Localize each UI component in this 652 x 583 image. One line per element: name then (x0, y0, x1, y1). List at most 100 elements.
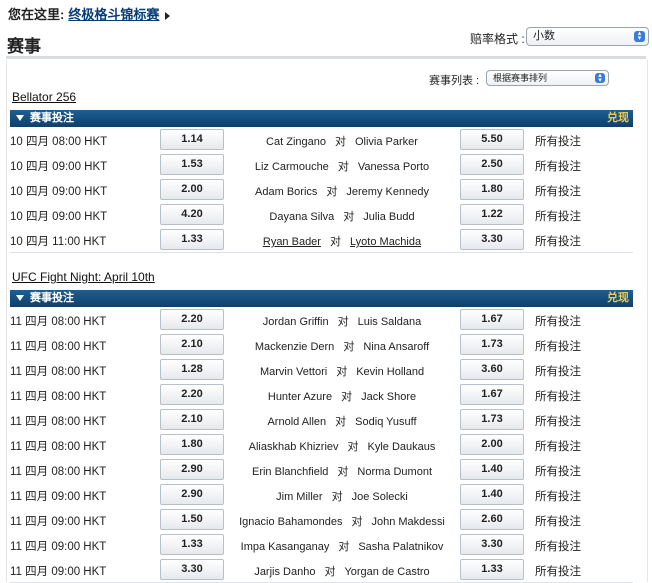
odds-button-home[interactable]: 4.20 (160, 204, 224, 225)
match-time: 11 四月 08:00 HKT (10, 416, 107, 428)
match-name: Erin Blanchfield 对 Norma Dumont (228, 463, 456, 479)
fighter-2: Kevin Holland (356, 366, 425, 378)
select-caret-icon: ▴ ▾ (634, 30, 645, 42)
odds-button-home[interactable]: 3.30 (160, 559, 224, 580)
fighter-2: Kyle Daukaus (367, 441, 436, 453)
fighter-2: Norma Dumont (357, 466, 432, 478)
odds-button-home[interactable]: 2.20 (160, 309, 224, 330)
match-time: 11 四月 09:00 HKT (10, 541, 107, 553)
odds-button-away[interactable]: 1.22 (460, 204, 524, 225)
event-list-label: 赛事列表 : (429, 75, 480, 87)
odds-button-home[interactable]: 2.00 (160, 179, 224, 200)
odds-format-label: 赔率格式 : (470, 32, 525, 46)
odds-button-home[interactable]: 1.28 (160, 359, 224, 380)
all-bets-link[interactable]: 所有投注 (535, 438, 581, 454)
fighter-1: Adam Borics (255, 186, 318, 198)
table-row: 11 四月 08:00 HKT 2.90 Erin Blanchfield 对 Norm… (10, 457, 633, 483)
odds-button-away[interactable]: 3.60 (460, 359, 524, 380)
fighter-2: Julia Budd (363, 211, 415, 223)
odds-button-home[interactable]: 1.33 (160, 229, 224, 250)
odds-button-home[interactable]: 1.14 (160, 129, 224, 150)
odds-button-away[interactable]: 1.80 (460, 179, 524, 200)
fighter-2: Olivia Parker (354, 136, 418, 148)
breadcrumb-prefix: 您在这里: (8, 7, 65, 22)
match-name: Jim Miller 对 Joe Solecki (228, 488, 456, 504)
fighter-1: Jordan Griffin (262, 316, 329, 328)
all-bets-link[interactable]: 所有投注 (535, 413, 581, 429)
all-bets-link[interactable]: 所有投注 (535, 388, 581, 404)
odds-button-away[interactable]: 1.67 (460, 309, 524, 330)
odds-button-away[interactable]: 2.00 (460, 434, 524, 455)
match-name: Jordan Griffin 对 Luis Saldana (228, 313, 456, 329)
table-row: 10 四月 11:00 HKT 1.33 Ryan Bader 对 Lyoto Mach… (10, 227, 633, 253)
all-bets-link[interactable]: 所有投注 (535, 463, 581, 479)
odds-button-away[interactable]: 1.73 (460, 409, 524, 430)
odds-button-home[interactable]: 1.80 (160, 434, 224, 455)
odds-button-away[interactable]: 1.67 (460, 384, 524, 405)
vs-label: 对 (331, 491, 343, 503)
odds-format-select[interactable]: 小数 ▴ ▾ (526, 27, 649, 46)
all-bets-link[interactable]: 所有投注 (535, 183, 581, 199)
table-row: 11 四月 09:00 HKT 3.30 Jarjis Danho 对 Yorgan d… (10, 557, 633, 583)
fighter-1: Erin Blanchfield (251, 466, 329, 478)
all-bets-link[interactable]: 所有投注 (535, 363, 581, 379)
cash-out-link[interactable]: 兑现 (607, 290, 629, 307)
match-time: 11 四月 08:00 HKT (10, 466, 107, 478)
odds-button-home[interactable]: 1.53 (160, 154, 224, 175)
odds-button-away[interactable]: 1.33 (460, 559, 524, 580)
odds-button-home[interactable]: 2.20 (160, 384, 224, 405)
odds-button-home[interactable]: 2.90 (160, 484, 224, 505)
match-time: 11 四月 08:00 HKT (10, 441, 107, 453)
odds-button-away[interactable]: 5.50 (460, 129, 524, 150)
all-bets-link[interactable]: 所有投注 (535, 208, 581, 224)
odds-button-away[interactable]: 3.30 (460, 229, 524, 250)
page-title: 赛事 (7, 37, 41, 56)
table-row: 11 四月 08:00 HKT 1.28 Marvin Vettori 对 Kevin … (10, 357, 633, 383)
table-row: 10 四月 09:00 HKT 2.00 Adam Borics 对 Jeremy Ke… (10, 177, 633, 203)
event-name[interactable]: UFC Fight Night: April 10th (12, 270, 155, 284)
table-row: 11 四月 08:00 HKT 2.20 Hunter Azure 对 Jack Sho… (10, 382, 633, 408)
cash-out-link[interactable]: 兑现 (607, 110, 629, 127)
odds-button-home[interactable]: 2.10 (160, 409, 224, 430)
odds-button-away[interactable]: 1.40 (460, 459, 524, 480)
fighter-1: Ignacio Bahamondes (239, 516, 343, 528)
collapse-triangle-icon[interactable] (16, 115, 24, 122)
odds-button-away[interactable]: 1.73 (460, 334, 524, 355)
all-bets-link[interactable]: 所有投注 (535, 233, 581, 249)
all-bets-link[interactable]: 所有投注 (535, 488, 581, 504)
fighter-1: Ryan Bader (262, 236, 321, 248)
all-bets-link[interactable]: 所有投注 (535, 338, 581, 354)
odds-button-away[interactable]: 2.50 (460, 154, 524, 175)
all-bets-link[interactable]: 所有投注 (535, 563, 581, 579)
event-list-select[interactable]: 根据赛事排列 ▴ ▾ (486, 70, 609, 86)
all-bets-link[interactable]: 所有投注 (535, 513, 581, 529)
odds-button-home[interactable]: 2.90 (160, 459, 224, 480)
match-name: Ryan Bader 对 Lyoto Machida (228, 233, 456, 249)
match-name: Marvin Vettori 对 Kevin Holland (228, 363, 456, 379)
collapse-triangle-icon[interactable] (16, 295, 24, 302)
fighter-1: Liz Carmouche (254, 161, 329, 173)
odds-button-away[interactable]: 1.40 (460, 484, 524, 505)
all-bets-link[interactable]: 所有投注 (535, 133, 581, 149)
vs-label: 对 (343, 211, 355, 223)
vs-label: 对 (343, 341, 355, 353)
all-bets-link[interactable]: 所有投注 (535, 313, 581, 329)
odds-button-away[interactable]: 3.30 (460, 534, 524, 555)
fighter-2: Sasha Palatnikov (358, 541, 444, 553)
table-row: 10 四月 08:00 HKT 1.14 Cat Zingano 对 Olivia Pa… (10, 127, 633, 153)
vs-label: 对 (335, 416, 347, 428)
all-bets-link[interactable]: 所有投注 (535, 158, 581, 174)
match-name: Ignacio Bahamondes 对 John Makdessi (228, 513, 456, 529)
breadcrumb-link[interactable]: 终极格斗锦标赛 (68, 7, 159, 22)
table-row: 11 四月 08:00 HKT 1.80 Aliaskhab Khizriev 对 Ky… (10, 432, 633, 458)
section-header-bar[interactable]: 赛事投注 兑现 (10, 290, 633, 307)
all-bets-link[interactable]: 所有投注 (535, 538, 581, 554)
odds-button-home[interactable]: 1.33 (160, 534, 224, 555)
odds-button-away[interactable]: 2.60 (460, 509, 524, 530)
odds-button-home[interactable]: 1.50 (160, 509, 224, 530)
event-list-value: 根据赛事排列 (493, 73, 548, 83)
section-header-bar[interactable]: 赛事投注 兑现 (10, 110, 633, 127)
odds-button-home[interactable]: 2.10 (160, 334, 224, 355)
fighter-1: Aliaskhab Khizriev (248, 441, 339, 453)
event-name[interactable]: Bellator 256 (12, 90, 76, 104)
